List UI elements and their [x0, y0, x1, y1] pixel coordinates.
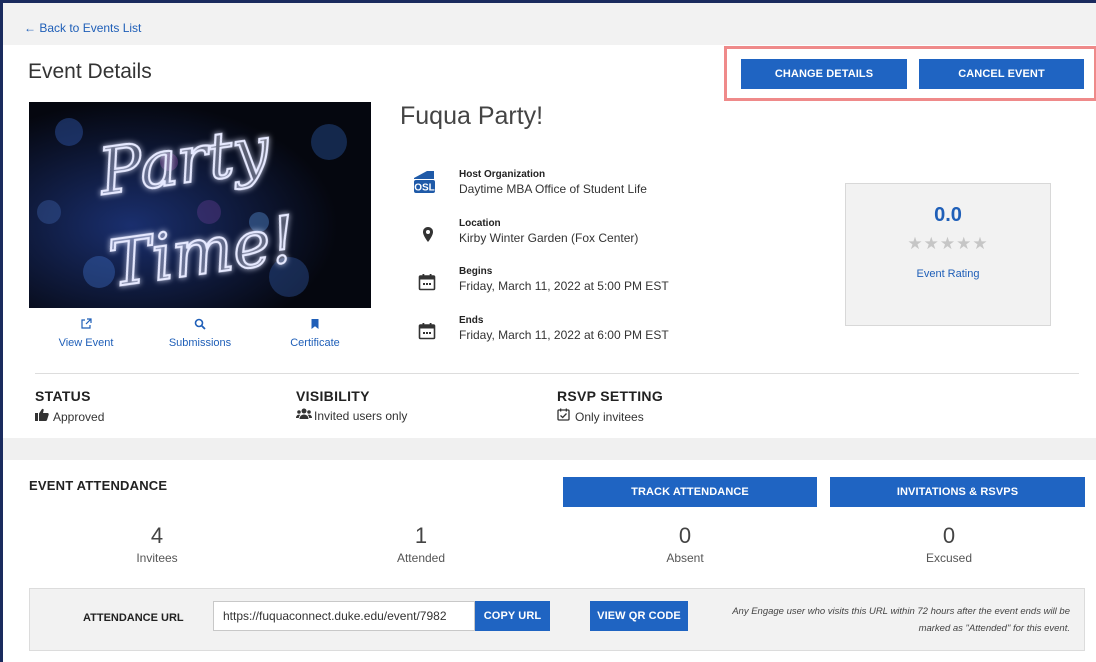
event-name: Fuqua Party! [400, 102, 544, 130]
begins-value: Friday, March 11, 2022 at 5:00 PM EST [459, 279, 669, 293]
visibility-heading: VISIBILITY [296, 388, 370, 404]
host-organization: Host Organization Daytime MBA Office of … [459, 169, 647, 196]
begins: Begins Friday, March 11, 2022 at 5:00 PM… [459, 266, 669, 293]
submissions-label: Submissions [168, 337, 232, 349]
view-event-link[interactable]: View Event [55, 318, 117, 349]
visibility-section: VISIBILITY Invited users only [296, 388, 407, 423]
event-image: Party Time! [29, 102, 371, 308]
copy-url-button[interactable]: COPY URL [475, 601, 550, 631]
thumbs-up-icon [35, 408, 53, 424]
certificate-link[interactable]: Certificate [285, 318, 345, 349]
rating-value: 0.0 [934, 204, 962, 226]
absent-label: Absent [666, 551, 704, 565]
rating-stars: ★★★★★ [907, 234, 989, 253]
visibility-value: Invited users only [314, 409, 408, 423]
location-label: Location [459, 218, 501, 229]
rsvp-heading: RSVP SETTING [557, 388, 664, 404]
location: Location Kirby Winter Garden (Fox Center… [459, 218, 638, 245]
view-qr-code-button[interactable]: VIEW QR CODE [590, 601, 688, 631]
osl-badge-text: OSL [414, 183, 435, 194]
map-pin-icon [418, 225, 440, 247]
submissions-link[interactable]: Submissions [165, 318, 235, 349]
host-organization-value: Daytime MBA Office of Student Life [459, 182, 647, 196]
attended-label: Attended [396, 551, 446, 565]
ends-label: Ends [459, 315, 484, 326]
rsvp-value: Only invitees [575, 410, 644, 424]
absent-number: 0 [678, 523, 692, 548]
ends-value: Friday, March 11, 2022 at 6:00 PM EST [459, 328, 669, 342]
invitations-rsvps-button[interactable]: INVITATIONS & RSVPS [830, 477, 1085, 507]
search-icon [165, 318, 235, 332]
calendar-icon [418, 273, 440, 295]
begins-label: Begins [459, 266, 493, 277]
cancel-event-button[interactable]: CANCEL EVENT [919, 59, 1084, 89]
section-divider [35, 373, 1079, 374]
excused-count: 0 Excused [869, 523, 1029, 565]
excused-label: Excused [925, 551, 973, 565]
invitees-count: 4 Invitees [77, 523, 237, 565]
calendar-check-icon [557, 408, 575, 424]
invitees-number: 4 [150, 523, 164, 548]
section-separator-band [3, 438, 1096, 460]
event-rating-link[interactable]: Event Rating [846, 268, 1050, 280]
page-title: Event Details [28, 60, 152, 83]
change-details-button[interactable]: CHANGE DETAILS [741, 59, 907, 89]
certificate-label: Certificate [290, 337, 340, 349]
view-event-label: View Event [58, 337, 114, 349]
status-heading: STATUS [35, 388, 91, 404]
invitees-label: Invitees [136, 551, 178, 565]
bookmark-icon [285, 318, 345, 332]
attended-number: 1 [414, 523, 428, 548]
event-rating-box: 0.0 ★★★★★ Event Rating [845, 183, 1051, 326]
users-icon [296, 408, 314, 423]
excused-number: 0 [942, 523, 956, 548]
calendar-icon [418, 322, 440, 344]
location-value: Kirby Winter Garden (Fox Center) [459, 231, 639, 245]
host-organization-label: Host Organization [459, 169, 546, 180]
attendance-url-input[interactable] [213, 601, 475, 631]
status-section: STATUS Approved [35, 388, 104, 424]
external-link-icon [55, 318, 117, 332]
osl-logo-icon: OSL [413, 170, 435, 194]
top-bar: ← Back to Events List [3, 3, 1096, 45]
event-attendance-title: EVENT ATTENDANCE [29, 478, 168, 493]
rsvp-setting-section: RSVP SETTING Only invitees [557, 388, 663, 424]
attendance-url-note: Any Engage user who visits this URL with… [732, 606, 1070, 634]
attendance-url-label: ATTENDANCE URL [83, 612, 184, 624]
attended-count: 1 Attended [341, 523, 501, 565]
back-to-events-link[interactable]: ← Back to Events List [24, 21, 141, 35]
absent-count: 0 Absent [605, 523, 765, 565]
ends: Ends Friday, March 11, 2022 at 6:00 PM E… [459, 315, 669, 342]
status-value: Approved [53, 410, 105, 424]
track-attendance-button[interactable]: TRACK ATTENDANCE [563, 477, 817, 507]
